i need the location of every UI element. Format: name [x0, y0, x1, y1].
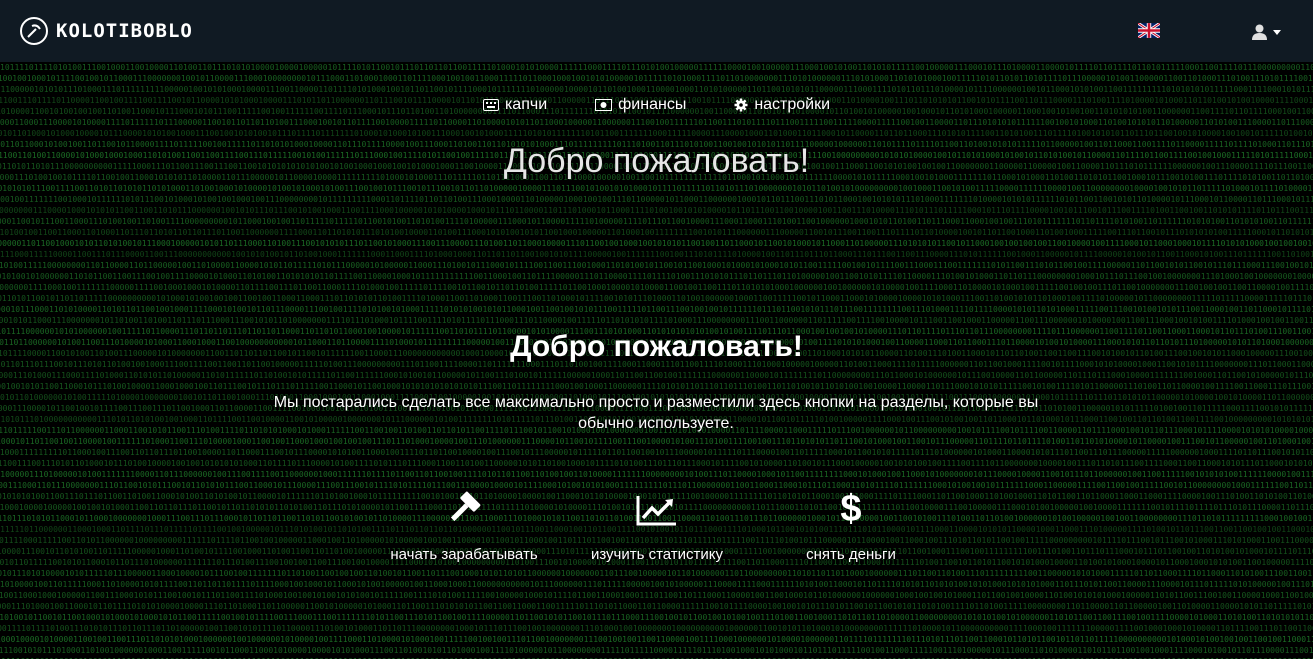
start-earning-button[interactable]: начать зарабатывать: [374, 486, 554, 563]
chart-line-icon: [636, 496, 676, 526]
gavel-icon: [450, 491, 481, 522]
logo-text: KOLOTIBOBLO: [56, 20, 193, 42]
uk-flag-icon[interactable]: [1138, 23, 1160, 38]
page-title: Добро пожаловать!: [503, 142, 810, 180]
view-statistics-button[interactable]: изучить статистику: [567, 486, 747, 563]
site-logo[interactable]: KOLOTIBOBLO: [20, 16, 193, 46]
pickaxe-icon: [20, 17, 48, 45]
user-menu-button[interactable]: [1252, 22, 1281, 42]
svg-text:$: $: [840, 488, 861, 526]
action-label: изучить статистику: [590, 546, 724, 563]
subnav-label: финансы: [618, 96, 687, 113]
gear-icon: [734, 98, 748, 112]
action-label: снять деньги: [806, 546, 896, 563]
top-navbar: KOLOTIBOBLO: [0, 0, 1313, 62]
subnav-label: настройки: [754, 96, 831, 113]
keyboard-icon: [482, 99, 499, 111]
dollar-icon: $: [840, 488, 861, 526]
subnav-label: капчи: [504, 96, 548, 113]
welcome-text: Мы постарались сделать все максимально п…: [273, 394, 1039, 432]
quick-actions: начать зарабатывать изучить статистику $…: [0, 486, 1313, 576]
subnav-item-finance[interactable]: финансы: [595, 96, 686, 114]
main-content: капчи финансы настройки Добро пожаловать…: [0, 62, 1313, 659]
chevron-down-icon: [1273, 29, 1281, 35]
welcome-title: Добро пожаловать!: [510, 330, 803, 363]
user-icon: [1252, 24, 1267, 40]
action-label: начать зарабатывать: [390, 546, 538, 563]
money-icon: [595, 99, 613, 111]
subnav-item-settings[interactable]: настройки: [734, 96, 830, 114]
withdraw-money-button[interactable]: $ снять деньги: [761, 486, 941, 563]
section-nav: капчи финансы настройки: [0, 96, 1313, 114]
subnav-item-captcha[interactable]: капчи: [482, 96, 548, 114]
